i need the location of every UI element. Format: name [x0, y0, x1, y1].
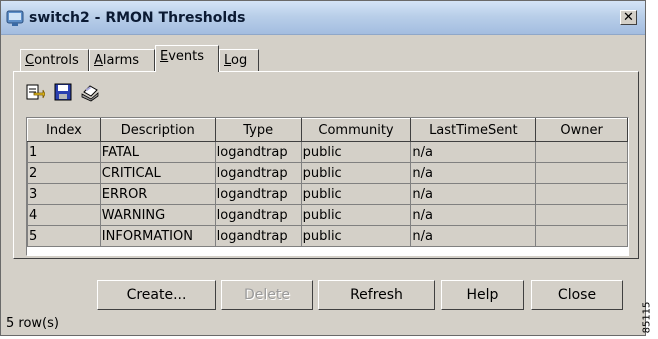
tab-events[interactable]: Events — [155, 45, 219, 72]
column-header-type[interactable]: Type — [214, 118, 302, 142]
rmon-thresholds-window: switch2 - RMON Thresholds ✕ Controls Ala… — [0, 0, 646, 336]
table-row[interactable]: 2 CRITICAL logandtrap public n/a — [27, 162, 628, 184]
title-bar[interactable]: switch2 - RMON Thresholds ✕ — [1, 1, 645, 35]
table-row[interactable]: 1 FATAL logandtrap public n/a — [27, 141, 628, 163]
cell-lasttimesent[interactable]: n/a — [410, 183, 537, 205]
column-header-description[interactable]: Description — [99, 118, 216, 142]
tab-controls-key: C — [25, 53, 35, 68]
cell-lasttimesent[interactable]: n/a — [410, 162, 537, 184]
cell-description[interactable]: INFORMATION — [99, 225, 216, 247]
cell-lasttimesent[interactable]: n/a — [410, 141, 537, 163]
cell-community[interactable]: public — [300, 225, 412, 247]
figure-code-text: 85115 — [641, 301, 653, 334]
window-title: switch2 - RMON Thresholds — [29, 10, 246, 26]
create-button[interactable]: Create... — [97, 280, 216, 310]
help-button[interactable]: Help — [441, 280, 524, 310]
table-row[interactable]: 3 ERROR logandtrap public n/a — [27, 183, 628, 205]
cell-index[interactable]: 5 — [27, 225, 101, 247]
column-header-index[interactable]: Index — [27, 118, 101, 142]
tab-alarms[interactable]: Alarms — [89, 49, 155, 71]
print-icon[interactable] — [80, 82, 100, 102]
window-close-button[interactable]: ✕ — [620, 10, 637, 25]
cell-owner[interactable] — [535, 162, 628, 184]
close-button[interactable]: Close — [531, 280, 623, 310]
tab-controls-label: ontrols — [34, 53, 79, 68]
table-row[interactable]: 4 WARNING logandtrap public n/a — [27, 204, 628, 226]
cell-lasttimesent[interactable]: n/a — [410, 225, 537, 247]
cell-index[interactable]: 1 — [27, 141, 101, 163]
cell-type[interactable]: logandtrap — [214, 225, 302, 247]
cell-type[interactable]: logandtrap — [214, 183, 302, 205]
table-header-row: Index Description Type Community LastTim… — [27, 118, 628, 142]
cell-description[interactable]: FATAL — [99, 141, 216, 163]
delete-button[interactable]: Delete — [221, 280, 313, 310]
column-header-owner[interactable]: Owner — [535, 118, 628, 142]
tab-events-label: vents — [168, 49, 205, 64]
tab-events-key: E — [160, 49, 169, 64]
cell-owner[interactable] — [535, 225, 628, 247]
cell-community[interactable]: public — [300, 183, 412, 205]
cell-type[interactable]: logandtrap — [214, 204, 302, 226]
app-icon — [6, 10, 24, 26]
refresh-button[interactable]: Refresh — [318, 280, 435, 310]
tab-log[interactable]: Log — [219, 49, 259, 71]
cell-index[interactable]: 3 — [27, 183, 101, 205]
cell-description[interactable]: CRITICAL — [99, 162, 216, 184]
cell-type[interactable]: logandtrap — [214, 162, 302, 184]
cell-index[interactable]: 4 — [27, 204, 101, 226]
row-count-status: 5 row(s) — [6, 316, 59, 331]
cell-owner[interactable] — [535, 183, 628, 205]
events-panel: Index Description Type Community LastTim… — [13, 71, 639, 259]
save-icon[interactable] — [53, 82, 73, 102]
cell-description[interactable]: WARNING — [99, 204, 216, 226]
tab-log-label: og — [231, 53, 248, 68]
cell-community[interactable]: public — [300, 204, 412, 226]
cell-lasttimesent[interactable]: n/a — [410, 204, 537, 226]
cell-index[interactable]: 2 — [27, 162, 101, 184]
cell-owner[interactable] — [535, 141, 628, 163]
table-row[interactable]: 5 INFORMATION logandtrap public n/a — [27, 225, 628, 247]
apply-icon[interactable] — [25, 82, 45, 102]
tab-controls[interactable]: Controls — [20, 49, 89, 71]
tab-log-key: L — [224, 53, 232, 68]
tab-alarms-label: larms — [102, 53, 140, 68]
cell-community[interactable]: public — [300, 141, 412, 163]
events-table: Index Description Type Community LastTim… — [26, 117, 629, 256]
cell-community[interactable]: public — [300, 162, 412, 184]
tab-alarms-key: A — [94, 53, 103, 68]
cell-owner[interactable] — [535, 204, 628, 226]
cell-type[interactable]: logandtrap — [214, 141, 302, 163]
figure-code: 85115 — [641, 300, 657, 338]
column-header-community[interactable]: Community — [300, 118, 412, 142]
cell-description[interactable]: ERROR — [99, 183, 216, 205]
column-header-lasttimesent[interactable]: LastTimeSent — [410, 118, 537, 142]
